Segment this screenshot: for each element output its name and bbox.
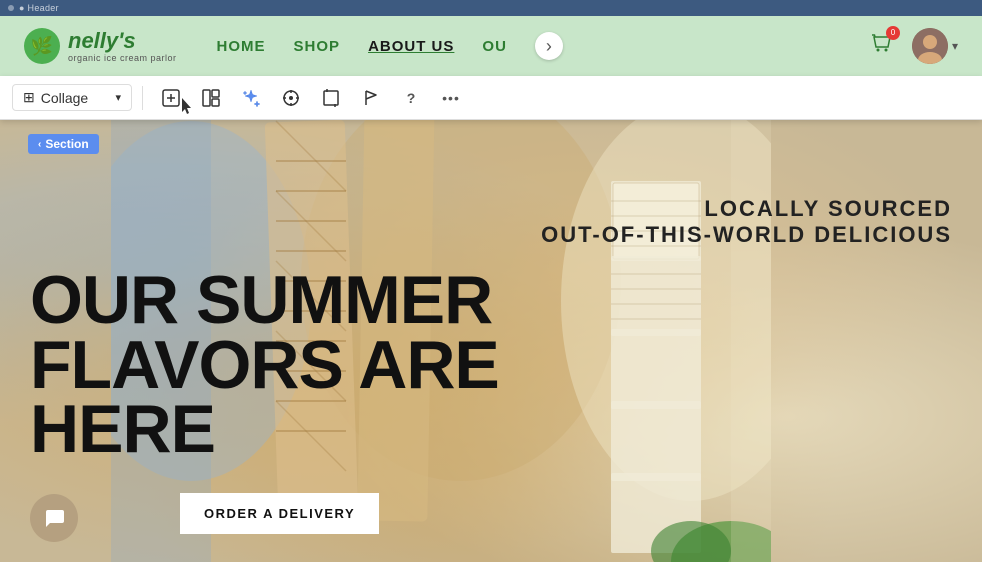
avatar-chevron-icon: ▾	[952, 39, 958, 53]
nav-item-home[interactable]: HOME	[217, 38, 266, 55]
more-button[interactable]: •••	[433, 82, 469, 114]
header-right: 0 ▾	[868, 28, 958, 64]
logo-text-area: nelly's organic ice cream parlor	[68, 29, 177, 63]
avatar-image	[912, 28, 948, 64]
layout-icon	[201, 88, 221, 108]
crop-button[interactable]	[313, 82, 349, 114]
hero-section: OUR SUMMER FLAVORS ARE HERE LOCALLY SOUR…	[0, 76, 982, 562]
hero-tagline: LOCALLY SOURCED OUT-OF-THIS-WORLD DELICI…	[541, 196, 952, 248]
chat-button[interactable]	[30, 494, 78, 542]
nav-item-other[interactable]: OU	[482, 38, 507, 55]
section-label[interactable]: ‹ Section	[28, 134, 99, 154]
flag-button[interactable]	[353, 82, 389, 114]
flag-icon	[361, 88, 381, 108]
cart-button[interactable]: 0	[868, 30, 896, 63]
collage-dropdown[interactable]: ⊞ Collage ▾	[12, 84, 132, 111]
nav-more-button[interactable]: ›	[535, 32, 563, 60]
site-nav: HOME SHOP ABOUT US OU ›	[217, 32, 868, 60]
logo-subtitle: organic ice cream parlor	[68, 53, 177, 63]
toolbar-divider-1	[142, 86, 143, 110]
hero-heading-line2: FLAVORS ARE	[30, 333, 499, 398]
hero-heading-line3: HERE	[30, 397, 499, 462]
logo-area[interactable]: 🌿 nelly's organic ice cream parlor	[24, 28, 177, 64]
section-chevron-icon: ‹	[38, 139, 41, 150]
chat-icon	[42, 506, 66, 530]
hero-heading: OUR SUMMER FLAVORS ARE HERE	[30, 268, 499, 462]
collage-dropdown-arrow: ▾	[115, 91, 121, 104]
wix-editor-bar: ● Header	[0, 0, 982, 16]
layout-button[interactable]	[193, 82, 229, 114]
site-header: 🌿 nelly's organic ice cream parlor HOME …	[0, 16, 982, 76]
collage-dropdown-icon: ⊞	[23, 89, 35, 106]
logo-name: nelly's	[68, 29, 177, 53]
nav-more-icon: ›	[546, 36, 552, 57]
magic-button[interactable]	[233, 82, 269, 114]
editor-toolbar: ⊞ Collage ▾	[0, 76, 982, 120]
logo-icon: 🌿	[24, 28, 60, 64]
more-icon: •••	[442, 90, 460, 106]
nav-item-about[interactable]: ABOUT US	[368, 38, 454, 55]
cart-badge: 0	[886, 26, 900, 40]
magic-icon	[241, 88, 261, 108]
avatar-button[interactable]: ▾	[912, 28, 958, 64]
hero-heading-line1: OUR SUMMER	[30, 268, 499, 333]
section-label-text: Section	[45, 137, 88, 151]
arrange-icon	[281, 88, 301, 108]
arrange-button[interactable]	[273, 82, 309, 114]
user-avatar	[912, 28, 948, 64]
crop-icon	[321, 88, 341, 108]
wix-bar-label: ● Header	[19, 3, 59, 13]
wix-bar-dot	[8, 5, 14, 11]
collage-dropdown-label: Collage	[41, 90, 88, 106]
hero-tagline-line2: OUT-OF-THIS-WORLD DELICIOUS	[541, 222, 952, 248]
order-delivery-button[interactable]: ORDER A DELIVERY	[180, 493, 379, 534]
hero-tagline-line1: LOCALLY SOURCED	[541, 196, 952, 222]
add-section-icon	[161, 88, 181, 108]
help-icon: ?	[407, 90, 416, 106]
nav-item-shop[interactable]: SHOP	[294, 38, 341, 55]
help-button[interactable]: ?	[393, 82, 429, 114]
add-section-button[interactable]	[153, 82, 189, 114]
logo-emoji: 🌿	[31, 36, 53, 57]
